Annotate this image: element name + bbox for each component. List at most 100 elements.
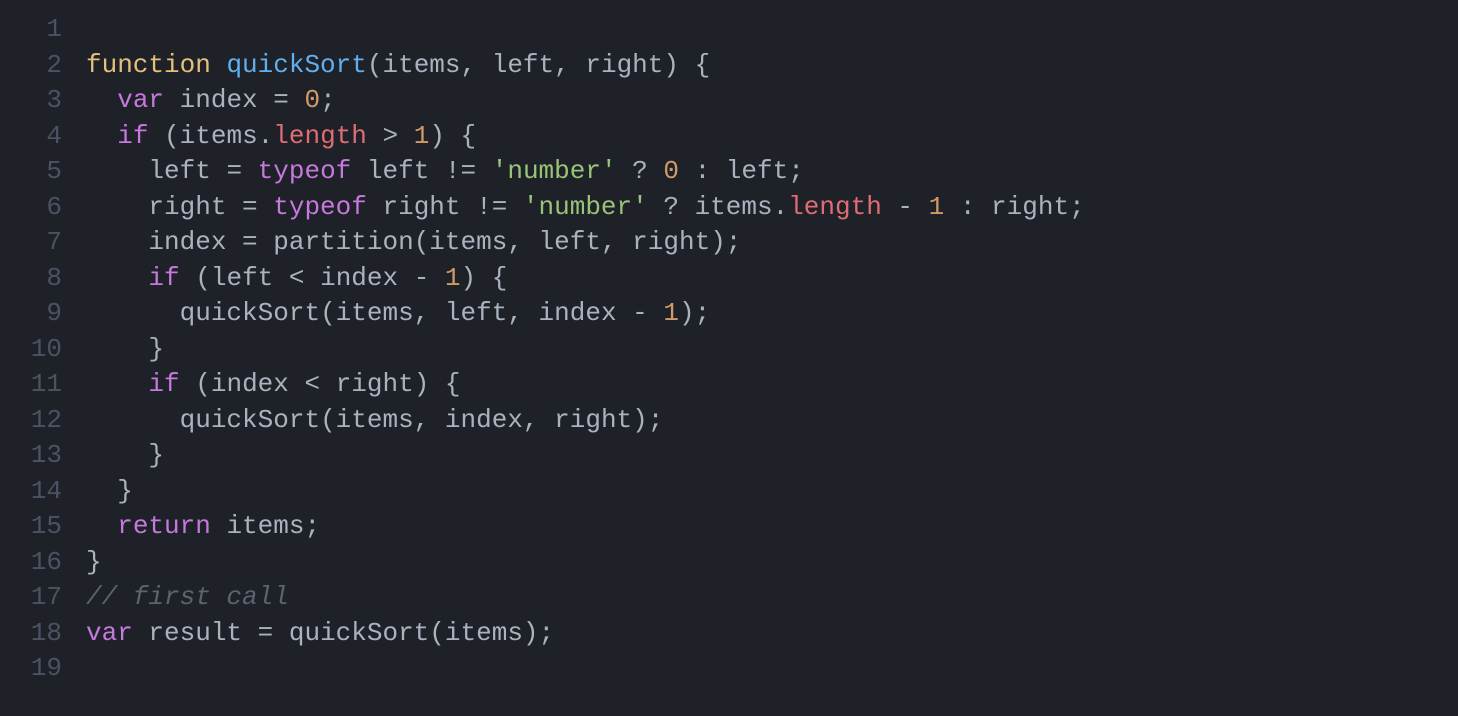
code-token: right: [991, 192, 1069, 222]
code-token: !=: [429, 156, 491, 186]
code-token: partition: [273, 227, 413, 257]
code-token: ,: [461, 50, 492, 80]
code-token: !=: [461, 192, 523, 222]
code-line[interactable]: var index = 0;: [86, 83, 1458, 119]
code-token: :: [944, 192, 991, 222]
code-token: index: [180, 85, 258, 115]
code-token: =: [226, 227, 273, 257]
code-token: [211, 50, 227, 80]
code-token: var: [117, 85, 164, 115]
code-line[interactable]: if (items.length > 1) {: [86, 119, 1458, 155]
code-line[interactable]: }: [86, 545, 1458, 581]
code-token: ,: [523, 405, 554, 435]
code-token: // first call: [86, 582, 289, 612]
code-token: 1: [663, 298, 679, 328]
code-token: =: [211, 156, 258, 186]
code-token: 'number': [492, 156, 617, 186]
code-token: index: [148, 227, 226, 257]
code-token: ;: [788, 156, 804, 186]
code-token: left: [148, 156, 210, 186]
code-token: 1: [445, 263, 461, 293]
code-token: items: [445, 618, 523, 648]
code-token: }: [148, 440, 164, 470]
code-token: quickSort: [226, 50, 366, 80]
code-token: -: [398, 263, 445, 293]
code-token: [351, 156, 367, 186]
code-line[interactable]: return items;: [86, 509, 1458, 545]
code-line[interactable]: [86, 12, 1458, 48]
code-token: ?: [648, 192, 695, 222]
code-token: index: [539, 298, 617, 328]
code-token: left: [726, 156, 788, 186]
code-token: ): [710, 227, 726, 257]
code-line[interactable]: }: [86, 474, 1458, 510]
code-token: -: [617, 298, 664, 328]
line-number: 12: [0, 403, 62, 439]
code-line[interactable]: if (index < right) {: [86, 367, 1458, 403]
code-token: right: [632, 227, 710, 257]
code-token: ): [632, 405, 648, 435]
code-token: >: [367, 121, 414, 151]
code-token: [211, 511, 227, 541]
code-token: ,: [507, 298, 538, 328]
code-token: length: [273, 121, 367, 151]
code-token: result: [148, 618, 242, 648]
line-number-gutter: 12345678910111213141516171819: [0, 12, 80, 716]
code-token: typeof: [273, 192, 367, 222]
code-token: -: [882, 192, 929, 222]
code-line[interactable]: if (left < index - 1) {: [86, 261, 1458, 297]
code-line[interactable]: var result = quickSort(items);: [86, 616, 1458, 652]
code-line[interactable]: }: [86, 438, 1458, 474]
line-number: 6: [0, 190, 62, 226]
code-line[interactable]: index = partition(items, left, right);: [86, 225, 1458, 261]
code-token: }: [117, 476, 133, 506]
code-token: {: [445, 369, 461, 399]
line-number: 16: [0, 545, 62, 581]
line-number: 3: [0, 83, 62, 119]
code-token: index: [211, 369, 289, 399]
code-token: items: [180, 121, 258, 151]
code-line[interactable]: quickSort(items, index, right);: [86, 403, 1458, 439]
line-number: 1: [0, 12, 62, 48]
code-line[interactable]: quickSort(items, left, index - 1);: [86, 296, 1458, 332]
code-token: return: [117, 511, 211, 541]
code-token: =: [226, 192, 273, 222]
code-token: 1: [414, 121, 430, 151]
code-line[interactable]: }: [86, 332, 1458, 368]
code-token: index: [320, 263, 398, 293]
line-number: 9: [0, 296, 62, 332]
code-line[interactable]: left = typeof left != 'number' ? 0 : lef…: [86, 154, 1458, 190]
code-token: ,: [507, 227, 538, 257]
code-token: if: [117, 121, 148, 151]
code-token: (: [414, 227, 430, 257]
code-line[interactable]: function quickSort(items, left, right) {: [86, 48, 1458, 84]
code-token: {: [695, 50, 711, 80]
code-token: =: [242, 618, 289, 648]
code-token: left: [539, 227, 601, 257]
code-token: (: [180, 369, 211, 399]
line-number: 4: [0, 119, 62, 155]
code-token: items: [429, 227, 507, 257]
code-token: quickSort: [180, 298, 320, 328]
code-token: =: [258, 85, 305, 115]
code-token: if: [148, 263, 179, 293]
code-line[interactable]: [86, 651, 1458, 687]
code-token: quickSort: [180, 405, 320, 435]
code-token: {: [461, 121, 477, 151]
code-token: ;: [648, 405, 664, 435]
code-token: [133, 618, 149, 648]
code-token: right: [382, 192, 460, 222]
code-editor[interactable]: 12345678910111213141516171819 function q…: [0, 0, 1458, 716]
code-line[interactable]: right = typeof right != 'number' ? items…: [86, 190, 1458, 226]
code-token: .: [773, 192, 789, 222]
code-area[interactable]: function quickSort(items, left, right) {…: [80, 12, 1458, 716]
code-token: items: [382, 50, 460, 80]
code-token: quickSort: [289, 618, 429, 648]
code-token: ;: [726, 227, 742, 257]
code-token: ;: [695, 298, 711, 328]
line-number: 5: [0, 154, 62, 190]
code-token: right: [554, 405, 632, 435]
code-line[interactable]: // first call: [86, 580, 1458, 616]
line-number: 15: [0, 509, 62, 545]
code-token: :: [679, 156, 726, 186]
